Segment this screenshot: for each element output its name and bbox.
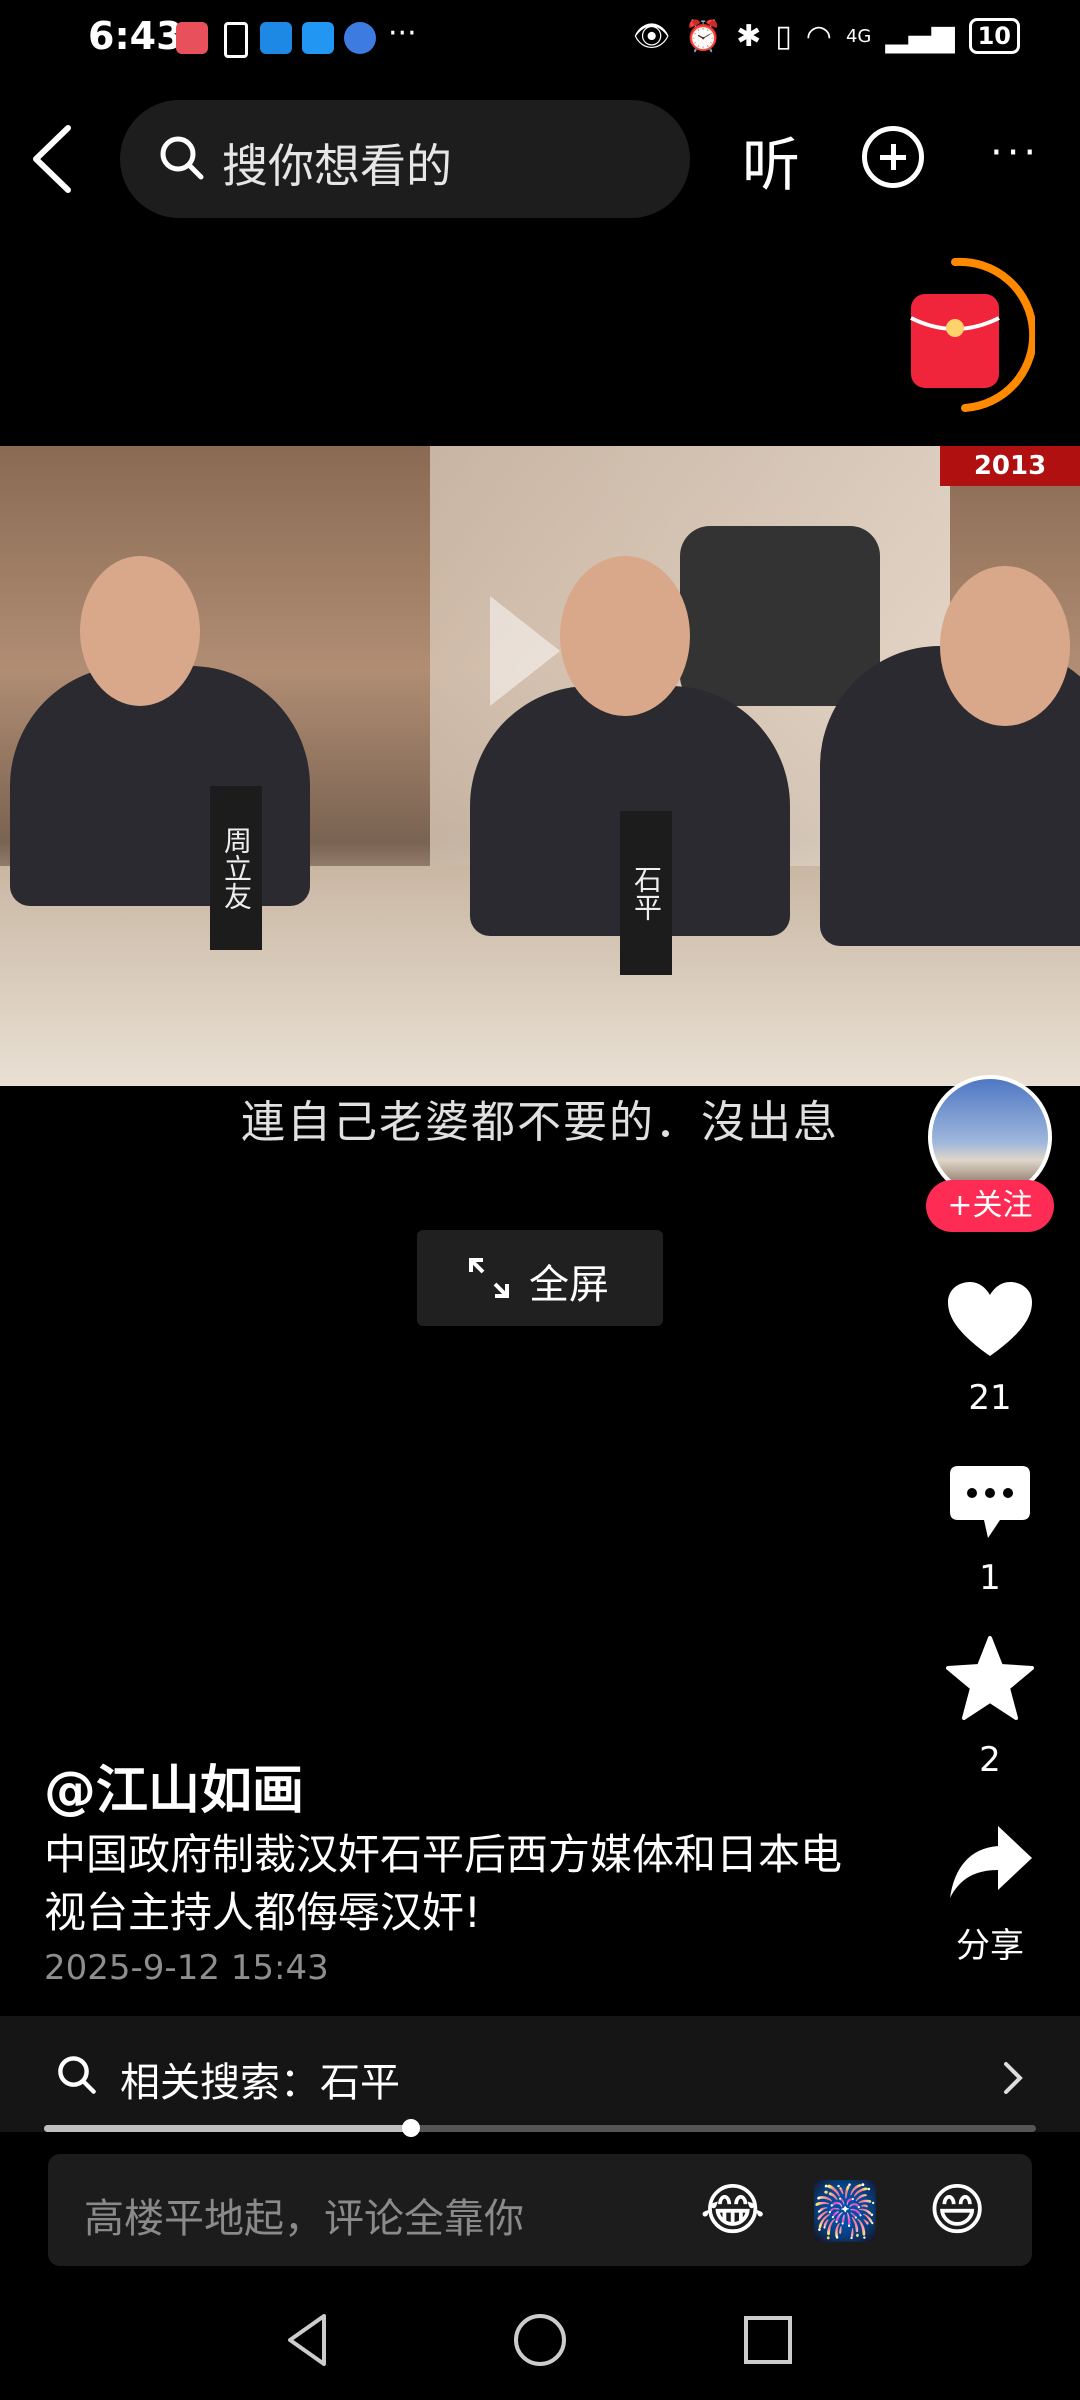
emoji-fireworks[interactable]: 🎆 [810, 2178, 880, 2244]
phone-icon [224, 22, 248, 58]
like-count: 21 [968, 1378, 1012, 1418]
follow-button[interactable]: +关注 [926, 1180, 1054, 1232]
share-icon[interactable] [948, 1824, 1034, 1900]
video-face-right [940, 566, 1070, 726]
status-bar: 6:43 ··· 👁 ⏰ ✱ ▯ ◠ 4G ▂▄▆ 10 [0, 0, 1080, 80]
video-face-center [560, 556, 690, 716]
share-label: 分享 [956, 1926, 1024, 1966]
fullscreen-button[interactable]: 全屏 [417, 1230, 663, 1326]
video-person-left [10, 666, 310, 906]
search-input[interactable]: 搜你想看的 [222, 130, 452, 196]
search-app-icon [302, 22, 334, 54]
video-banner: 2013 [940, 446, 1080, 486]
author-name[interactable]: @江山如画 [44, 1748, 304, 1823]
more-notifications-icon: ··· [388, 16, 417, 51]
emoji-laughing-crying[interactable]: 😂 [700, 2178, 765, 2243]
status-time: 6:43 [88, 14, 183, 58]
video-caption: 中国政府制裁汉奸石平后西方媒体和日本电视台主持人都侮辱汉奸! [44, 1830, 843, 1937]
huawei-app-icon [176, 22, 208, 54]
back-button[interactable] [30, 124, 74, 194]
bluetooth-icon: ✱ [736, 18, 762, 54]
listen-button[interactable]: 听 [742, 118, 800, 202]
play-icon[interactable] [490, 596, 560, 706]
nav-home-icon[interactable] [512, 2312, 568, 2368]
search-box[interactable]: 搜你想看的 [120, 100, 690, 218]
more-options-button[interactable]: ··· [990, 130, 1040, 176]
video-progress-fill [44, 2125, 412, 2132]
browser-icon [344, 22, 376, 54]
favorite-count: 2 [979, 1740, 1001, 1780]
video-player[interactable]: 周立友 石平 2013 [0, 446, 1080, 1086]
like-icon[interactable] [946, 1280, 1034, 1360]
comment-input[interactable]: 高楼平地起，评论全靠你 😂 🎆 😄 [48, 2154, 1032, 2266]
related-search-label: 相关搜索：石平 [120, 2060, 400, 2106]
nav-recents-icon[interactable] [742, 2314, 794, 2366]
eye-icon: 👁 [632, 18, 671, 54]
system-nav-bar [0, 2290, 1080, 2400]
video-nameplate-center: 石平 [620, 811, 672, 975]
related-search-icon [58, 2056, 96, 2094]
status-indicators: 👁 ⏰ ✱ ▯ ◠ 4G ▂▄▆ 10 [633, 18, 1020, 54]
wifi-icon: ◠ [805, 18, 832, 54]
red-packet-icon[interactable] [905, 256, 1035, 416]
video-face-left [80, 556, 200, 706]
comment-placeholder: 高楼平地起，评论全靠你 [84, 2196, 524, 2242]
battery-indicator: 10 [968, 18, 1020, 54]
video-nameplate-left: 周立友 [210, 786, 262, 950]
video-progress-bar[interactable] [44, 2119, 1036, 2137]
emoji-grinning[interactable]: 😄 [928, 2178, 986, 2243]
post-timestamp: 2025-9-12 15:43 [44, 1948, 329, 1988]
plus-icon-vertical [891, 144, 896, 170]
chevron-right-icon [1004, 2062, 1023, 2094]
nav-back-icon[interactable] [284, 2312, 330, 2368]
weather-icon [260, 22, 292, 54]
comment-icon[interactable] [948, 1464, 1032, 1542]
signal-icon: ▂▄▆ [885, 18, 955, 54]
alarm-icon: ⏰ [684, 18, 723, 54]
video-progress-handle[interactable] [402, 2119, 421, 2137]
fullscreen-label: 全屏 [529, 1262, 609, 1308]
related-search-bar[interactable]: 相关搜索：石平 [0, 2016, 1080, 2132]
network-type: 4G [845, 25, 872, 47]
video-camera [680, 526, 880, 706]
video-subtitle: 連自己老婆都不要的．沒出息 [241, 1097, 839, 1148]
vibrate-icon: ▯ [775, 18, 792, 54]
search-icon [160, 136, 204, 180]
expand-icon [469, 1258, 509, 1298]
favorite-star-icon[interactable] [946, 1636, 1034, 1720]
comment-count: 1 [979, 1558, 1001, 1598]
add-button[interactable] [862, 126, 924, 188]
